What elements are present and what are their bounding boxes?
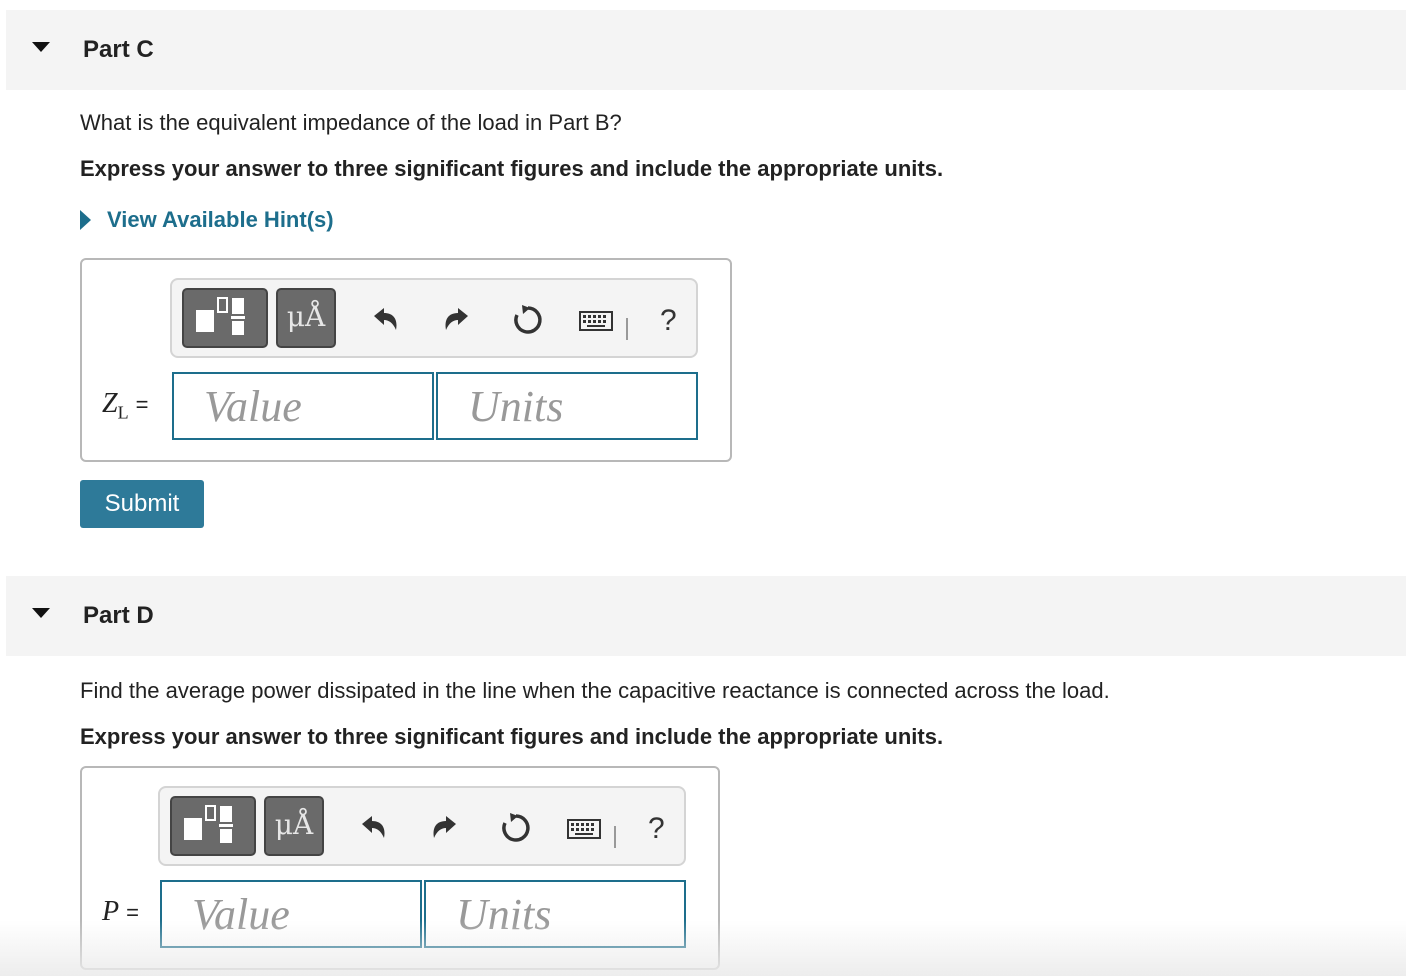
toolbar-divider bbox=[626, 318, 628, 340]
keyboard-icon[interactable] bbox=[578, 302, 614, 338]
reset-icon[interactable] bbox=[498, 810, 534, 846]
part-d-answer-box: μÅ ? P = bbox=[80, 766, 720, 970]
part-d-toolbar: μÅ ? bbox=[158, 786, 686, 866]
part-c-toolbar: μÅ ? bbox=[170, 278, 698, 358]
redo-icon[interactable] bbox=[426, 810, 462, 846]
templates-button[interactable] bbox=[182, 288, 268, 348]
part-c-variable-label: ZL = bbox=[102, 388, 148, 424]
value-input[interactable] bbox=[160, 880, 422, 948]
caret-down-icon[interactable] bbox=[32, 608, 50, 618]
part-c-instruction: Express your answer to three significant… bbox=[80, 156, 944, 181]
undo-icon[interactable] bbox=[356, 810, 392, 846]
help-icon[interactable]: ? bbox=[648, 812, 665, 846]
toolbar-divider bbox=[614, 826, 616, 848]
view-hints-link[interactable]: View Available Hint(s) bbox=[80, 207, 334, 233]
templates-icon bbox=[184, 805, 233, 843]
part-d-variable-label: P = bbox=[102, 896, 139, 928]
part-d-header[interactable]: Part D bbox=[6, 576, 1406, 656]
caret-down-icon[interactable] bbox=[32, 42, 50, 52]
view-hints-label: View Available Hint(s) bbox=[107, 207, 334, 232]
keyboard-icon[interactable] bbox=[566, 810, 602, 846]
part-c-header[interactable]: Part C bbox=[6, 10, 1406, 90]
equals-sign: = bbox=[126, 900, 139, 925]
units-input[interactable] bbox=[436, 372, 698, 440]
part-c-answer-box: μÅ ? ZL = bbox=[80, 258, 732, 462]
part-c-question: What is the equivalent impedance of the … bbox=[80, 110, 622, 135]
units-button[interactable]: μÅ bbox=[264, 796, 324, 856]
templates-icon bbox=[196, 297, 245, 335]
part-d-title: Part D bbox=[83, 602, 154, 629]
units-button[interactable]: μÅ bbox=[276, 288, 336, 348]
units-icon: μÅ bbox=[274, 808, 314, 841]
units-icon: μÅ bbox=[286, 300, 326, 333]
part-d-question: Find the average power dissipated in the… bbox=[80, 678, 1110, 703]
part-d-instruction: Express your answer to three significant… bbox=[80, 724, 944, 749]
undo-icon[interactable] bbox=[368, 302, 404, 338]
redo-icon[interactable] bbox=[438, 302, 474, 338]
variable-subscript: L bbox=[117, 402, 129, 423]
templates-button[interactable] bbox=[170, 796, 256, 856]
variable-symbol: P bbox=[102, 896, 120, 927]
submit-button[interactable]: Submit bbox=[80, 480, 204, 528]
value-input[interactable] bbox=[172, 372, 434, 440]
units-input[interactable] bbox=[424, 880, 686, 948]
part-c-title: Part C bbox=[83, 36, 154, 63]
help-icon[interactable]: ? bbox=[660, 304, 677, 338]
variable-symbol: Z bbox=[102, 388, 118, 419]
equals-sign: = bbox=[135, 392, 149, 417]
reset-icon[interactable] bbox=[510, 302, 546, 338]
caret-right-icon bbox=[80, 210, 91, 230]
